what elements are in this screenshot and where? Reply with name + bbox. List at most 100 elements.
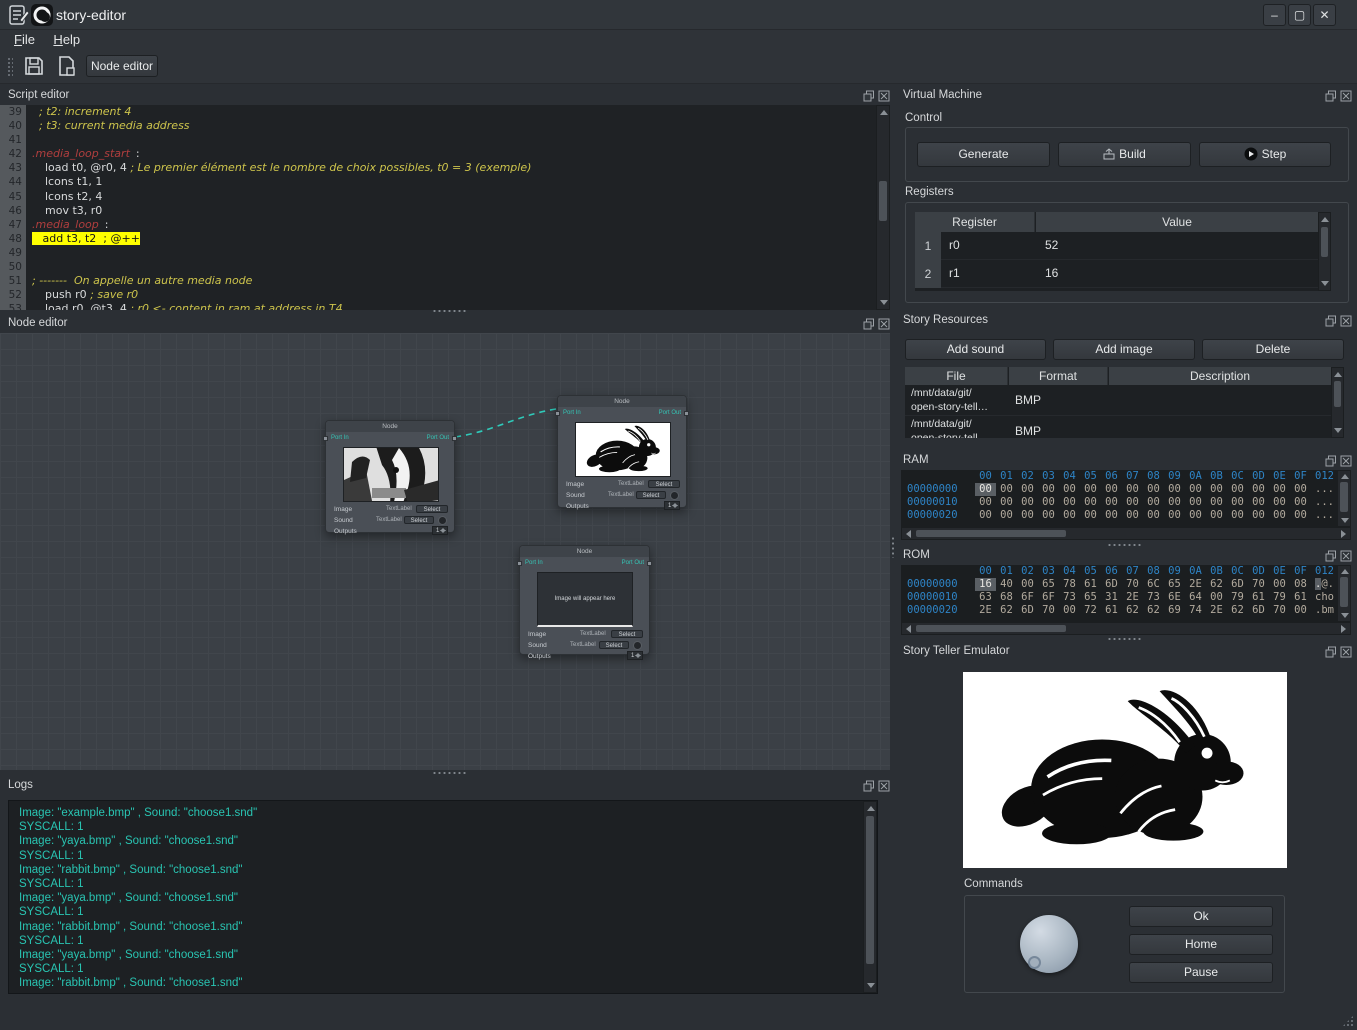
maximize-button[interactable]: ▢: [1288, 4, 1311, 26]
float-panel-icon[interactable]: [863, 90, 875, 102]
node-editor-toolbar-button[interactable]: Node editor: [86, 55, 158, 77]
close-panel-icon[interactable]: [878, 780, 890, 792]
outputs-spinner[interactable]: 1: [627, 651, 643, 660]
input-port-dot[interactable]: [555, 411, 560, 416]
export-file-icon[interactable]: [56, 55, 78, 77]
select-image-button[interactable]: Select: [611, 630, 643, 638]
select-image-button[interactable]: Select: [648, 480, 680, 488]
float-panel-icon[interactable]: [863, 780, 875, 792]
logs-scrollbar[interactable]: [863, 801, 877, 993]
pause-button[interactable]: Pause: [1129, 962, 1273, 983]
registers-table[interactable]: Register Value 1r0522r116: [915, 212, 1318, 291]
splitter-ram-rom[interactable]: [1107, 543, 1141, 547]
rom-hex-view[interactable]: 000102030405060708090A0B0C0D0E0F01200000…: [901, 565, 1337, 622]
hex-row[interactable]: 000000202E626D70007261626269742E626D7000…: [901, 604, 1337, 617]
close-button[interactable]: ✕: [1313, 4, 1336, 26]
node-image-thumbnail: [575, 422, 671, 477]
output-port-dot[interactable]: [647, 561, 652, 566]
toolbar-drag-handle[interactable]: [7, 57, 13, 77]
register-row[interactable]: 2r116: [915, 260, 1318, 288]
save-icon[interactable]: [23, 55, 45, 77]
resources-col-format[interactable]: Format: [1009, 367, 1108, 385]
outputs-spinner[interactable]: 1: [432, 526, 448, 535]
select-sound-button[interactable]: Select: [599, 641, 629, 649]
registers-scrollbar[interactable]: [1318, 212, 1331, 291]
script-code-editor[interactable]: 39 ; t2: increment 440 ; t3: current med…: [0, 105, 876, 310]
delete-button[interactable]: Delete: [1202, 339, 1344, 360]
ram-hex-view[interactable]: 000102030405060708090A0B0C0D0E0F01200000…: [901, 470, 1337, 527]
input-port-dot[interactable]: [517, 561, 522, 566]
media-node-empty[interactable]: Node Port In Port Out Image will appear …: [519, 545, 650, 655]
input-port-dot[interactable]: [323, 436, 328, 441]
port-in-label: Port In: [331, 435, 349, 441]
output-port-dot[interactable]: [452, 436, 457, 441]
close-panel-icon[interactable]: [1340, 315, 1352, 327]
build-button[interactable]: Build: [1058, 142, 1191, 167]
ram-hscrollbar[interactable]: [901, 527, 1351, 540]
node-connection: [0, 333, 890, 770]
float-panel-icon[interactable]: [1325, 646, 1337, 658]
close-panel-icon[interactable]: [1340, 550, 1352, 562]
close-panel-icon[interactable]: [878, 318, 890, 330]
hex-row[interactable]: 0000001063686F6F7365312E736E640079617961…: [901, 591, 1337, 604]
window-resize-grip[interactable]: [1342, 1015, 1354, 1027]
resource-row[interactable]: /mnt/data/git/ open-story-tellBMP: [905, 416, 1331, 438]
media-node-yaya[interactable]: Node Port In Port Out Image TextLabel Se…: [325, 420, 455, 533]
float-panel-icon[interactable]: [863, 318, 875, 330]
output-port-dot[interactable]: [684, 411, 689, 416]
menu-file[interactable]: File: [14, 32, 35, 47]
splitter-rom-emulator[interactable]: [1107, 637, 1141, 641]
play-sound-button[interactable]: [670, 491, 679, 500]
splitter-node-logs[interactable]: [432, 771, 466, 775]
media-node-rabbit[interactable]: Node Port In Port Out Image TextLabel Se…: [557, 395, 687, 508]
select-sound-button[interactable]: Select: [404, 516, 434, 524]
close-panel-icon[interactable]: [1340, 455, 1352, 467]
hex-row[interactable]: 0000000000000000000000000000000000000000…: [901, 483, 1337, 496]
resource-row[interactable]: /mnt/data/git/ open-story-tell…BMP: [905, 385, 1331, 416]
close-panel-icon[interactable]: [1340, 90, 1352, 102]
hex-row[interactable]: 0000001000000000000000000000000000000000…: [901, 496, 1337, 509]
add-image-button[interactable]: Add image: [1053, 339, 1195, 360]
code-line: 47.media_loop:: [0, 218, 876, 232]
hex-row[interactable]: 000000001640006578616D706C652E626D700008…: [901, 578, 1337, 591]
rabbit-image: [963, 672, 1287, 868]
resources-col-file[interactable]: File: [905, 367, 1008, 385]
resources-table[interactable]: File Format Description /mnt/data/git/ o…: [905, 367, 1331, 438]
close-panel-icon[interactable]: [1340, 646, 1352, 658]
float-panel-icon[interactable]: [1325, 315, 1337, 327]
generate-button[interactable]: Generate: [917, 142, 1050, 167]
resources-scrollbar[interactable]: [1331, 367, 1344, 438]
port-in-label: Port In: [563, 410, 581, 416]
close-panel-icon[interactable]: [878, 90, 890, 102]
minimize-button[interactable]: –: [1263, 4, 1286, 26]
menu-bar: File Help: [0, 30, 1357, 50]
script-editor-scrollbar[interactable]: [876, 105, 890, 310]
resources-col-description[interactable]: Description: [1109, 367, 1331, 385]
registers-col-register[interactable]: Register: [915, 212, 1035, 232]
rom-vscrollbar[interactable]: [1337, 565, 1351, 622]
home-button[interactable]: Home: [1129, 934, 1273, 955]
select-image-button[interactable]: Select: [416, 505, 448, 513]
float-panel-icon[interactable]: [1325, 455, 1337, 467]
log-line: Image: "rabbit.bmp" , Sound: "choose1.sn…: [9, 863, 877, 877]
node-graph-canvas[interactable]: Node Port In Port Out Image TextLabel Se…: [0, 333, 890, 770]
splitter-columns[interactable]: [891, 536, 895, 558]
ram-vscrollbar[interactable]: [1337, 470, 1351, 527]
splitter-script-node[interactable]: [432, 309, 466, 313]
float-panel-icon[interactable]: [1325, 90, 1337, 102]
register-row[interactable]: 1r052: [915, 232, 1318, 260]
hex-row[interactable]: 0000002000000000000000000000000000000000…: [901, 509, 1337, 522]
step-button[interactable]: Step: [1199, 142, 1331, 167]
ok-button[interactable]: Ok: [1129, 906, 1273, 927]
log-line: Image: "example.bmp" , Sound: "choose1.s…: [9, 806, 877, 820]
select-sound-button[interactable]: Select: [636, 491, 666, 499]
play-sound-button[interactable]: [438, 516, 447, 525]
logs-output[interactable]: Image: "example.bmp" , Sound: "choose1.s…: [8, 800, 878, 994]
outputs-spinner[interactable]: 1: [664, 501, 680, 510]
play-sound-button[interactable]: [633, 641, 642, 650]
rom-hscrollbar[interactable]: [901, 622, 1351, 635]
add-sound-button[interactable]: Add sound: [905, 339, 1046, 360]
menu-help[interactable]: Help: [53, 32, 80, 47]
registers-col-value[interactable]: Value: [1036, 212, 1318, 232]
float-panel-icon[interactable]: [1325, 550, 1337, 562]
